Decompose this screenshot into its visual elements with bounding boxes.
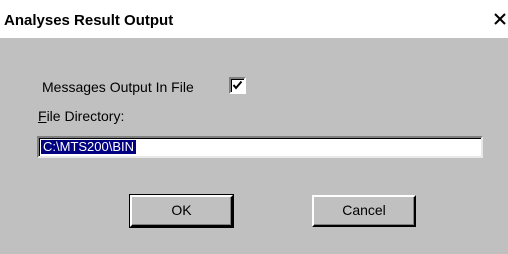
messages-output-label: Messages Output In File <box>42 79 194 95</box>
file-directory-value: C:\MTS200\BIN <box>41 139 137 154</box>
title-bar[interactable]: Analyses Result Output <box>0 0 508 38</box>
file-directory-input[interactable]: C:\MTS200\BIN <box>37 136 483 158</box>
close-icon <box>494 13 506 25</box>
cancel-button[interactable]: Cancel <box>312 195 416 227</box>
file-directory-label: File Directory: <box>38 108 125 124</box>
checkmark-icon <box>232 80 243 90</box>
dialog-body: Messages Output In File File Directory: … <box>0 38 508 254</box>
dialog-window: Analyses Result Output Messages Output I… <box>0 0 508 254</box>
close-button[interactable] <box>492 9 508 31</box>
ok-button[interactable]: OK <box>129 194 234 228</box>
dialog-title: Analyses Result Output <box>4 12 174 29</box>
messages-output-checkbox[interactable] <box>229 77 246 94</box>
